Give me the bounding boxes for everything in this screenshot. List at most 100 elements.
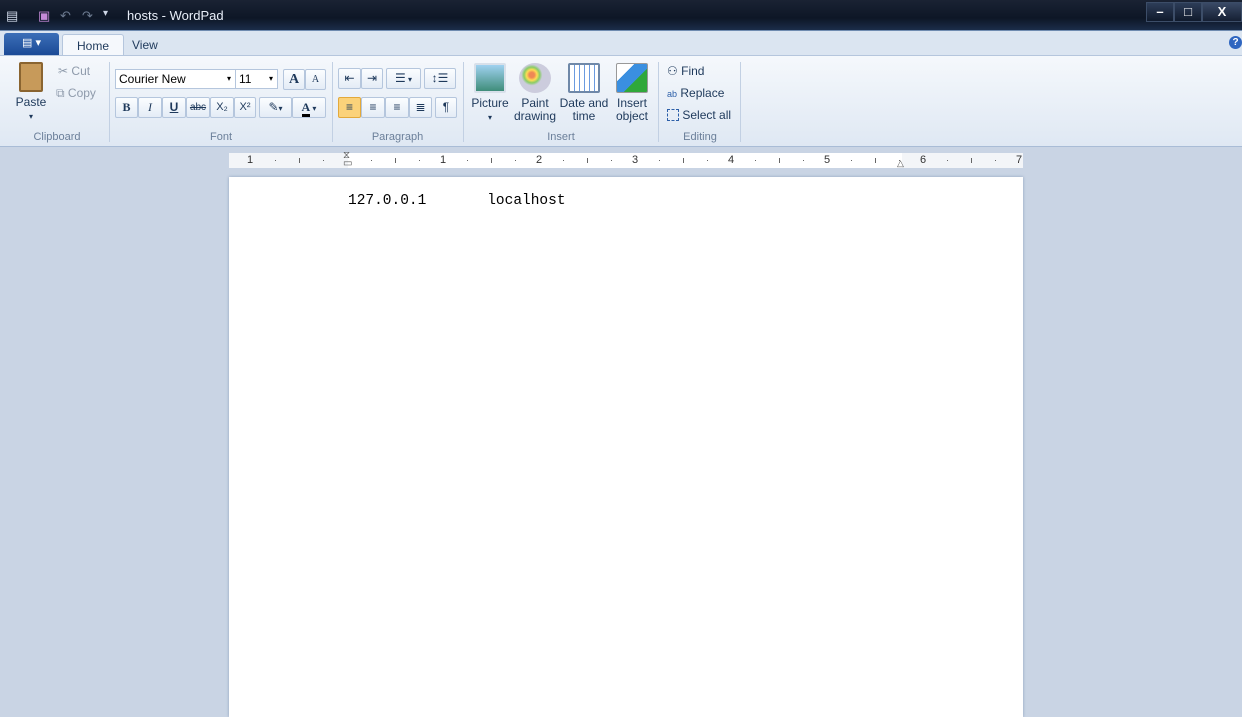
- divider: [463, 62, 464, 142]
- ruler-tick: [299, 158, 300, 163]
- customize-toolbar-icon[interactable]: ▾: [103, 8, 108, 19]
- ruler-tick: [803, 160, 804, 161]
- right-indent-marker[interactable]: △: [897, 158, 904, 169]
- document-page[interactable]: 127.0.0.1 localhost: [229, 177, 1023, 717]
- highlighter-icon: ✎: [268, 100, 279, 114]
- ruler-tick: [371, 160, 372, 161]
- binoculars-icon: ⚇: [667, 64, 678, 78]
- paint-drawing-button[interactable]: Paint drawing: [512, 63, 558, 123]
- font-size-select[interactable]: 11 ▾: [235, 69, 278, 89]
- date-time-button[interactable]: Date and time: [559, 63, 609, 123]
- tab-row: [0, 31, 1242, 56]
- bold-button[interactable]: B: [115, 97, 138, 118]
- strikethrough-button[interactable]: abc: [186, 97, 210, 118]
- ruler-tick: [659, 160, 660, 161]
- ruler-label: 7: [1015, 154, 1023, 166]
- paragraph-group-label: Paragraph: [371, 131, 424, 143]
- redo-icon[interactable]: ↷: [82, 8, 93, 24]
- insert-object-button[interactable]: Insert object: [612, 63, 652, 123]
- font-color-button[interactable]: A ▾: [292, 97, 326, 118]
- shrink-font-button[interactable]: A: [305, 69, 326, 90]
- picture-icon: [474, 63, 506, 93]
- document-text[interactable]: 127.0.0.1 localhost: [348, 193, 566, 209]
- find-label: Find: [681, 64, 705, 78]
- title-bar: ▤ ▣ ↶ ↷ ▾ hosts - WordPad – □ X: [0, 0, 1242, 31]
- insert-group-label: Insert: [547, 131, 575, 143]
- paste-label: Paste: [15, 95, 47, 109]
- clipboard-group-label: Clipboard: [33, 131, 81, 143]
- line-spacing-button[interactable]: ↕☰: [424, 68, 456, 89]
- italic-button[interactable]: I: [138, 97, 162, 118]
- ruler-tick: [755, 160, 756, 161]
- paint-drawing-label: Paint drawing: [513, 96, 557, 123]
- ruler-tick: [707, 160, 708, 161]
- underline-button[interactable]: U: [162, 97, 186, 118]
- ruler-tick: [851, 160, 852, 161]
- grow-font-button[interactable]: A: [283, 69, 305, 90]
- help-icon[interactable]: ?: [1229, 36, 1242, 49]
- ruler-tick: [971, 158, 972, 163]
- ruler-tick: [275, 160, 276, 161]
- maximize-button[interactable]: □: [1174, 2, 1202, 22]
- copy-icon: ⧉: [56, 86, 65, 100]
- ruler[interactable]: 1 1 2 3 4 5 6 7 ⧖ ▭ △: [229, 151, 1023, 169]
- font-group-label: Font: [209, 131, 232, 143]
- ruler-label: 2: [535, 154, 543, 166]
- copy-button[interactable]: ⧉ Copy: [56, 86, 96, 101]
- tab-home[interactable]: Home: [62, 34, 125, 56]
- picture-label: Picture: [471, 96, 509, 110]
- ruler-label: 4: [727, 154, 735, 166]
- application-menu-button[interactable]: ▤ ▾: [4, 33, 59, 55]
- divider: [740, 62, 741, 142]
- minimize-button[interactable]: –: [1146, 2, 1174, 22]
- subscript-button[interactable]: X₂: [210, 97, 234, 118]
- ruler-tick: [611, 160, 612, 161]
- undo-icon[interactable]: ↶: [60, 8, 71, 24]
- ruler-label: 1: [439, 154, 447, 166]
- close-button[interactable]: X: [1202, 2, 1242, 22]
- select-all-label: Select all: [682, 108, 732, 122]
- ruler-tick: [563, 160, 564, 161]
- font-family-select[interactable]: Courier New ▾: [115, 69, 236, 89]
- replace-label: Replace: [680, 86, 725, 100]
- find-button[interactable]: ⚇ Find: [667, 64, 704, 78]
- font-color-icon: A: [301, 100, 311, 117]
- align-center-button[interactable]: ≡: [361, 97, 385, 118]
- clipboard-icon: [19, 62, 43, 92]
- tab-view[interactable]: View: [118, 34, 172, 56]
- ruler-tick: [491, 158, 492, 163]
- bullets-button[interactable]: ☰ ▾: [386, 68, 421, 89]
- ruler-tick: [779, 158, 780, 163]
- wordpad-app-icon[interactable]: ▤: [6, 8, 18, 24]
- paragraph-settings-button[interactable]: ¶: [435, 97, 457, 118]
- increase-indent-button[interactable]: ⇥: [361, 68, 383, 89]
- picture-button[interactable]: Picture ▾: [469, 63, 511, 124]
- justify-button[interactable]: ≣: [409, 97, 432, 118]
- ruler-label: 5: [823, 154, 831, 166]
- editing-group-label: Editing: [683, 131, 717, 143]
- paste-button[interactable]: Paste ▾: [12, 62, 50, 123]
- ruler-tick: [515, 160, 516, 161]
- cut-button[interactable]: ✂ Cut: [58, 64, 90, 78]
- align-right-button[interactable]: ≡: [385, 97, 409, 118]
- decrease-indent-button[interactable]: ⇤: [338, 68, 361, 89]
- select-all-button[interactable]: Select all: [667, 108, 731, 122]
- indent-marker[interactable]: ⧖ ▭: [343, 151, 352, 169]
- ruler-tick: [995, 160, 996, 161]
- ruler-tick: [419, 160, 420, 161]
- insert-object-label: Insert object: [615, 96, 649, 123]
- save-icon[interactable]: ▣: [38, 8, 50, 24]
- highlight-color-button[interactable]: ✎▾: [259, 97, 292, 118]
- ruler-tick: [587, 158, 588, 163]
- align-left-button[interactable]: ≡: [338, 97, 361, 118]
- replace-button[interactable]: ab Replace: [667, 86, 724, 100]
- replace-icon: ab: [667, 89, 678, 99]
- ruler-label: 6: [919, 154, 927, 166]
- insert-object-icon: [616, 63, 648, 93]
- copy-label: Copy: [67, 86, 96, 100]
- ruler-tick: [683, 158, 684, 163]
- divider: [332, 62, 333, 142]
- font-size-value: 11: [239, 72, 252, 86]
- superscript-button[interactable]: X²: [234, 97, 256, 118]
- ruler-text-area: [348, 153, 902, 168]
